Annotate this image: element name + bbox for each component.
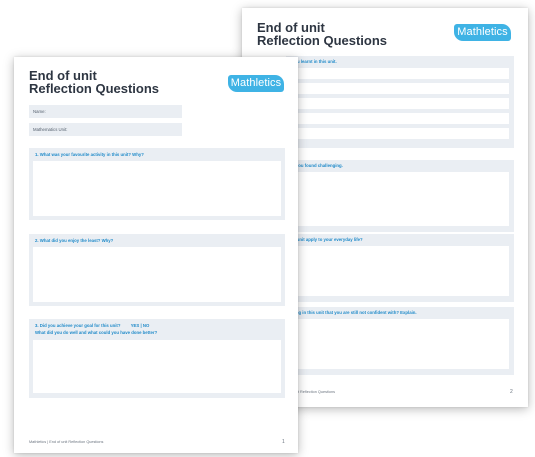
question-1-heading: 1. What was your favourite activity in t…: [35, 152, 144, 157]
section-challenging: g you found challenging.: [286, 160, 514, 232]
mathematics-unit-label: Mathematics Unit:: [33, 126, 68, 132]
section-everyday-life: is unit apply to your everyday life?: [286, 234, 514, 302]
question-3-heading: 3. Did you achieve your goal for this un…: [35, 323, 149, 329]
mathematics-unit-field[interactable]: Mathematics Unit:: [29, 123, 182, 136]
question-1-section: 1. What was your favourite activity in t…: [29, 148, 285, 220]
section-learnt: you learnt in this unit.: [286, 56, 514, 148]
question-2-section: 2. What did you enjoy the least? Why?: [29, 234, 285, 306]
mathletics-logo: Mathletics: [454, 24, 511, 41]
answer-box[interactable]: [286, 172, 509, 226]
section-not-confident: hing in this unit that you are still not…: [286, 307, 514, 375]
section-not-confident-heading: hing in this unit that you are still not…: [292, 310, 417, 315]
page-2-footer: it Reflection Questions: [297, 390, 335, 394]
question-3-followup: What did you do well and what could you …: [35, 330, 158, 335]
page-1-number: 1: [282, 439, 285, 445]
mathletics-logo: Mathletics: [228, 75, 284, 92]
name-field[interactable]: Name:: [29, 105, 182, 118]
answer-line[interactable]: [286, 113, 509, 124]
answer-box[interactable]: [33, 340, 281, 393]
page-2-title-line-2: Reflection Questions: [257, 33, 388, 48]
question-3-section: 3. Did you achieve your goal for this un…: [29, 319, 285, 398]
answer-line[interactable]: [286, 98, 509, 109]
answer-box[interactable]: [33, 247, 281, 302]
section-challenging-heading: g you found challenging.: [292, 163, 343, 168]
question-3-text: 3. Did you achieve your goal for this un…: [35, 323, 121, 328]
answer-line[interactable]: [286, 83, 509, 94]
page-2-number: 2: [510, 389, 513, 395]
question-2-heading: 2. What did you enjoy the least? Why?: [35, 238, 114, 243]
answer-box[interactable]: [286, 246, 509, 296]
page-1-title: End of unit Reflection Questions: [29, 69, 159, 95]
answer-box[interactable]: [33, 161, 281, 216]
name-label: Name:: [33, 108, 46, 114]
yes-no-choice[interactable]: YES | NO: [131, 323, 150, 328]
section-everyday-heading: is unit apply to your everyday life?: [292, 237, 363, 242]
answer-box[interactable]: [286, 319, 509, 369]
answer-line[interactable]: [286, 128, 509, 139]
page-1-title-line-2: Reflection Questions: [29, 81, 160, 96]
page-2-title: End of unit Reflection Questions: [257, 21, 387, 47]
page-1-footer: Mathletics | End of unit Reflection Ques…: [29, 440, 104, 444]
answer-line[interactable]: [286, 68, 509, 79]
worksheet-page-1: End of unit Reflection Questions Mathlet…: [14, 57, 298, 453]
section-learnt-heading: you learnt in this unit.: [292, 59, 337, 64]
